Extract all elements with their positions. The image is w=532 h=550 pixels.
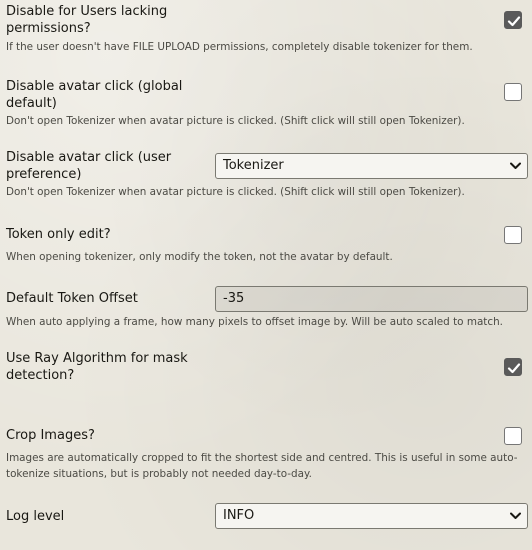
input-value: -35 (223, 291, 245, 306)
setting-hint: When auto applying a frame, how many pix… (6, 316, 503, 328)
setting-hint: Don't open Tokenizer when avatar picture… (6, 186, 465, 198)
label-line: default) (6, 96, 57, 111)
label-line: Disable for Users lacking (6, 4, 168, 19)
setting-label: Disable for Users lacking permissions? (6, 3, 167, 37)
label-line: preference) (6, 167, 82, 182)
ray-algorithm-checkbox[interactable] (504, 358, 522, 376)
setting-label: Disable avatar click (global default) (6, 78, 182, 112)
label-line: detection? (6, 368, 75, 383)
setting-default-token-offset: Default Token Offset -35 When auto apply… (6, 286, 532, 331)
avatar-click-preference-select[interactable]: Tokenizer (215, 153, 528, 179)
hint-line: Images are automatically cropped to fit … (6, 452, 518, 464)
token-only-edit-checkbox[interactable] (504, 226, 522, 244)
setting-label: Log level (6, 509, 65, 524)
disable-no-permissions-checkbox[interactable] (504, 11, 522, 29)
setting-hint: Images are automatically cropped to fit … (6, 450, 518, 482)
setting-log-level: Log level INFO (6, 502, 532, 532)
check-icon (507, 363, 521, 374)
setting-hint: Don't open Tokenizer when avatar picture… (6, 115, 465, 127)
label-line: Disable avatar click (global (6, 79, 183, 94)
setting-label: Token only edit? (6, 227, 111, 242)
label-line: permissions? (6, 21, 91, 36)
setting-token-only-edit: Token only edit? When opening tokenizer,… (6, 226, 532, 266)
setting-label: Disable avatar click (user preference) (6, 149, 171, 183)
token-offset-input[interactable]: -35 (215, 286, 528, 312)
select-value: INFO (223, 508, 255, 523)
chevron-down-icon (510, 162, 521, 169)
log-level-select[interactable]: INFO (215, 503, 528, 529)
setting-disable-no-permissions: Disable for Users lacking permissions? I… (6, 3, 532, 58)
hint-line: tokenize situations, but is probably not… (6, 468, 312, 480)
label-line: Use Ray Algorithm for mask (6, 351, 188, 366)
select-value: Tokenizer (223, 158, 284, 173)
check-icon (507, 16, 521, 27)
setting-label: Crop Images? (6, 428, 95, 443)
setting-hint: When opening tokenizer, only modify the … (6, 251, 393, 263)
setting-hint: If the user doesn't have FILE UPLOAD per… (6, 41, 473, 53)
setting-disable-avatar-user: Disable avatar click (user preference) T… (6, 149, 532, 204)
setting-label: Default Token Offset (6, 291, 138, 306)
label-line: Disable avatar click (user (6, 150, 172, 165)
disable-avatar-global-checkbox[interactable] (504, 83, 522, 101)
setting-label: Use Ray Algorithm for mask detection? (6, 350, 188, 384)
chevron-down-icon (510, 512, 521, 519)
setting-disable-avatar-global: Disable avatar click (global default) Do… (6, 78, 532, 133)
setting-ray-algorithm: Use Ray Algorithm for mask detection? (6, 350, 532, 390)
crop-images-checkbox[interactable] (504, 427, 522, 445)
setting-crop-images: Crop Images? Images are automatically cr… (6, 427, 532, 487)
